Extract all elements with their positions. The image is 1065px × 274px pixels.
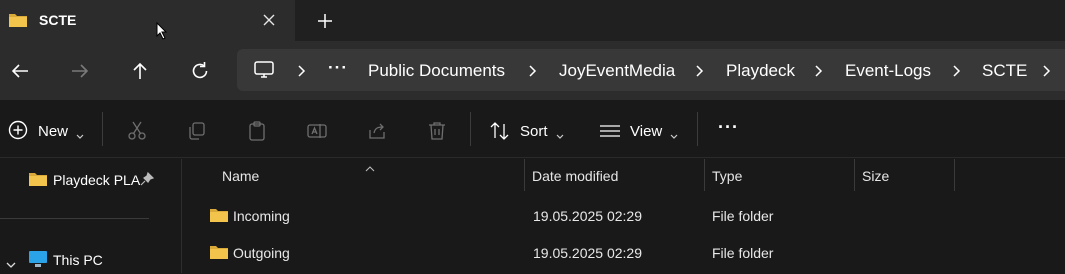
column-header-type[interactable]: Type (712, 168, 742, 184)
forward-button[interactable] (68, 59, 92, 83)
close-icon[interactable] (260, 11, 278, 29)
chevron-right-icon[interactable] (952, 64, 962, 78)
copy-icon (189, 122, 205, 140)
nav-item-playdeck[interactable]: Playdeck PLA (53, 172, 140, 188)
cut-button[interactable] (126, 120, 148, 142)
rename-icon (307, 124, 327, 138)
chevron-right-icon[interactable] (814, 64, 824, 78)
pin-icon (140, 171, 155, 191)
new-tab-button[interactable] (314, 10, 336, 32)
sort-button[interactable] (489, 120, 511, 142)
folder-icon (28, 170, 48, 193)
tab-strip: SCTE (0, 0, 1065, 41)
folder-icon (8, 11, 28, 34)
divider (470, 112, 471, 146)
chevron-down-icon[interactable] (76, 127, 84, 139)
arrow-left-icon (11, 64, 28, 78)
chevron-right-icon[interactable] (1042, 64, 1052, 78)
nav-item-this-pc[interactable]: This PC (53, 252, 103, 268)
rename-button[interactable] (306, 120, 328, 142)
chevron-down-icon[interactable] (556, 127, 564, 139)
this-pc-icon (28, 250, 48, 273)
command-bar: New Sort View ··· (0, 100, 1065, 158)
folder-icon (209, 206, 229, 229)
address-bar[interactable]: ··· Public Documents JoyEventMedia Playd… (237, 49, 1065, 91)
chevron-right-icon[interactable] (695, 64, 705, 78)
file-name[interactable]: Outgoing (233, 245, 290, 261)
breadcrumb-item[interactable]: Playdeck (726, 61, 795, 81)
tab-title: SCTE (39, 12, 77, 28)
chevron-right-icon[interactable] (297, 64, 307, 78)
sort-label[interactable]: Sort (520, 123, 548, 140)
chevron-right-icon[interactable] (528, 64, 538, 78)
folder-icon (209, 243, 229, 266)
view-label[interactable]: View (630, 123, 662, 140)
this-pc-icon[interactable] (253, 60, 275, 85)
plus-icon (318, 14, 332, 28)
file-date: 19.05.2025 02:29 (533, 208, 642, 224)
file-name[interactable]: Incoming (233, 208, 290, 224)
column-header-name[interactable]: Name (222, 168, 259, 184)
scissors-icon (128, 121, 146, 140)
column-divider[interactable] (854, 159, 855, 191)
refresh-icon (192, 62, 208, 79)
divider (697, 112, 698, 146)
clipboard-icon (249, 121, 265, 141)
arrow-right-icon (72, 64, 89, 78)
column-divider[interactable] (524, 159, 525, 191)
delete-button[interactable] (426, 120, 448, 142)
navigation-bar: ··· Public Documents JoyEventMedia Playd… (0, 41, 1065, 100)
divider (0, 218, 149, 219)
paste-button[interactable] (246, 120, 268, 142)
trash-icon (429, 122, 445, 140)
new-button[interactable] (8, 120, 30, 142)
arrow-up-icon (133, 62, 147, 79)
column-divider[interactable] (954, 159, 955, 191)
file-date: 19.05.2025 02:29 (533, 245, 642, 261)
breadcrumb-item[interactable]: Event-Logs (845, 61, 931, 81)
new-label[interactable]: New (38, 123, 68, 140)
back-button[interactable] (8, 59, 32, 83)
tab-scte[interactable]: SCTE (0, 0, 295, 41)
sort-icon (490, 122, 509, 140)
sort-ascending-icon (365, 159, 375, 177)
chevron-down-icon[interactable] (6, 256, 16, 274)
column-header-date[interactable]: Date modified (532, 168, 618, 184)
share-icon (369, 123, 385, 139)
share-button[interactable] (366, 120, 388, 142)
more-options-button[interactable]: ··· (718, 117, 739, 138)
file-type: File folder (712, 245, 774, 261)
column-divider[interactable] (704, 159, 705, 191)
chevron-down-icon[interactable] (670, 127, 678, 139)
refresh-button[interactable] (188, 59, 212, 83)
breadcrumb-item-current[interactable]: SCTE (982, 61, 1027, 81)
breadcrumb-item[interactable]: JoyEventMedia (559, 61, 675, 81)
file-type: File folder (712, 208, 774, 224)
breadcrumb-item[interactable]: Public Documents (368, 61, 505, 81)
view-button[interactable] (599, 120, 621, 142)
divider (102, 112, 103, 146)
list-view-icon (600, 125, 620, 137)
up-button[interactable] (128, 59, 152, 83)
add-circle-icon (8, 120, 28, 140)
breadcrumb-overflow[interactable]: ··· (328, 58, 348, 78)
column-header-size[interactable]: Size (862, 168, 889, 184)
copy-button[interactable] (186, 120, 208, 142)
